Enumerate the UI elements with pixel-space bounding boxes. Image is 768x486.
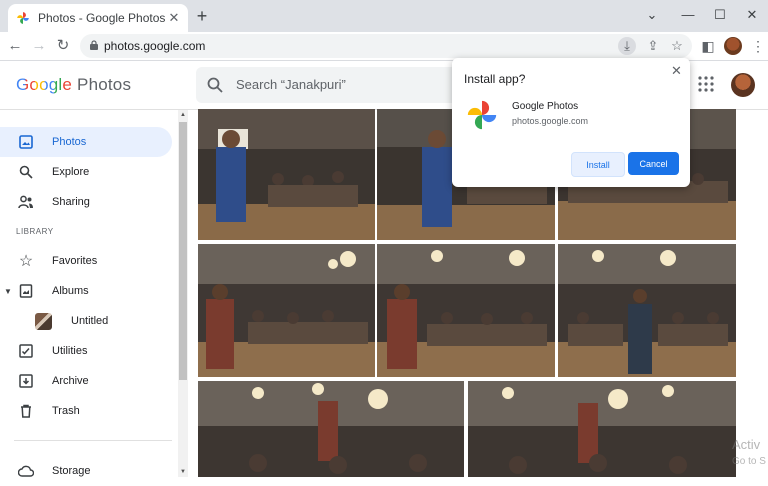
sidebar-item-label: Albums [52, 285, 89, 297]
star-icon: ☆ [18, 253, 34, 270]
back-icon[interactable]: ← [5, 36, 25, 56]
logo-photos-text: Photos [77, 75, 132, 94]
bookmark-star-icon[interactable]: ☆ [668, 37, 686, 55]
window-close-icon[interactable]: ✕ [736, 0, 768, 32]
sidebar-scrollbar-thumb[interactable] [179, 122, 187, 380]
sidebar-item-label: Archive [52, 375, 89, 387]
sidebar-item-label: Utilities [52, 345, 88, 357]
sidebar-item-storage[interactable]: Storage [0, 456, 91, 486]
install-app-dialog: Install app? ✕ Google Photos photos.goog… [452, 58, 690, 187]
sidebar-item-label: Storage [52, 465, 91, 477]
sidebar-item-label: Untitled [71, 315, 109, 327]
browser-tab[interactable]: Photos - Google Photos ✕ [8, 4, 188, 32]
album-icon [18, 283, 34, 299]
sidebar-item-utilities[interactable]: Utilities [0, 336, 87, 366]
sidebar-item-sharing[interactable]: Sharing [0, 187, 90, 217]
google-photos-favicon-icon [17, 12, 29, 24]
forward-icon[interactable]: → [29, 36, 49, 56]
google-photos-app-icon [467, 100, 497, 130]
people-icon [18, 194, 34, 210]
maximize-icon[interactable]: ☐ [704, 0, 736, 32]
sidebar-item-label: Sharing [52, 196, 90, 208]
cancel-button[interactable]: Cancel [628, 152, 679, 175]
scroll-down-arrow-icon[interactable]: ▼ [179, 469, 187, 475]
close-icon[interactable]: ✕ [671, 63, 682, 79]
photo-thumbnail[interactable] [198, 109, 375, 240]
lock-icon [90, 40, 98, 50]
tab-search-icon[interactable]: ⌄ [636, 0, 668, 32]
chevron-down-icon[interactable]: ▼ [4, 287, 12, 296]
address-bar[interactable]: photos.google.com ⤓ ⇪ ☆ [80, 34, 692, 58]
tab-close-icon[interactable]: ✕ [166, 10, 182, 26]
google-photos-logo[interactable]: Google Photos [16, 75, 131, 95]
sidebar-item-archive[interactable]: Archive [0, 366, 89, 396]
url-text: photos.google.com [104, 39, 206, 53]
share-icon[interactable]: ⇪ [644, 37, 662, 55]
sidebar-item-label: Favorites [52, 255, 98, 267]
sidebar-item-label: Explore [52, 166, 90, 178]
sidebar-item-albums[interactable]: ▼ Albums [0, 276, 89, 306]
search-icon [207, 77, 223, 93]
install-button[interactable]: Install [571, 152, 625, 177]
browser-menu-icon[interactable]: ⋮ [748, 36, 768, 56]
search-input[interactable]: Search “Janakpuri” [196, 67, 456, 103]
photo-thumbnail[interactable] [198, 244, 375, 377]
sidebar-divider [14, 440, 172, 441]
search-icon [18, 164, 34, 180]
photo-thumbnail[interactable] [468, 381, 736, 477]
sidebar: Photos Explore Sharing LIBRARY ☆ Favorit… [0, 110, 190, 477]
sidebar-item-favorites[interactable]: ☆ Favorites [0, 246, 97, 276]
photo-thumbnail[interactable] [198, 381, 464, 477]
install-app-icon[interactable]: ⤓ [618, 37, 636, 55]
sidebar-item-label: Trash [52, 405, 80, 417]
sidebar-item-photos[interactable]: Photos [0, 127, 172, 157]
watermark-line-1: Activ [732, 437, 761, 452]
activation-watermark: Activ Go to S [732, 436, 766, 470]
sidebar-item-untitled[interactable]: Untitled [0, 306, 108, 336]
google-apps-icon[interactable] [698, 76, 714, 92]
sidebar-item-label: Photos [52, 136, 87, 148]
side-panel-icon[interactable]: ◧ [698, 36, 718, 56]
photo-thumbnail[interactable] [377, 244, 555, 377]
profile-avatar[interactable] [724, 37, 742, 55]
sidebar-item-trash[interactable]: Trash [0, 396, 80, 426]
reload-icon[interactable]: ↻ [53, 36, 73, 56]
tab-title: Photos - Google Photos [38, 11, 166, 25]
app-url: photos.google.com [512, 116, 589, 126]
archive-icon [18, 373, 34, 389]
dialog-title: Install app? [464, 72, 526, 86]
photo-thumbnail[interactable] [558, 244, 736, 377]
app-name: Google Photos [512, 101, 579, 112]
photo-icon [18, 134, 34, 150]
new-tab-button[interactable]: + [192, 6, 212, 26]
utilities-icon [18, 343, 34, 359]
logo-google-text: Google [16, 75, 73, 94]
sidebar-item-explore[interactable]: Explore [0, 157, 89, 187]
browser-toolbar: ← → ↻ photos.google.com ⤓ ⇪ ☆ ◧ ⋮ [0, 32, 768, 61]
trash-icon [18, 403, 34, 419]
minimize-icon[interactable]: — [672, 0, 704, 32]
account-avatar[interactable] [731, 73, 755, 97]
album-thumbnail [35, 312, 52, 330]
browser-tab-strip: Photos - Google Photos ✕ + ⌄ — ☐ ✕ [0, 0, 768, 32]
search-placeholder: Search “Janakpuri” [236, 77, 346, 92]
scroll-up-arrow-icon[interactable]: ▲ [179, 112, 187, 118]
watermark-line-2: Go to S [732, 456, 766, 467]
library-section-header: LIBRARY [16, 227, 54, 236]
